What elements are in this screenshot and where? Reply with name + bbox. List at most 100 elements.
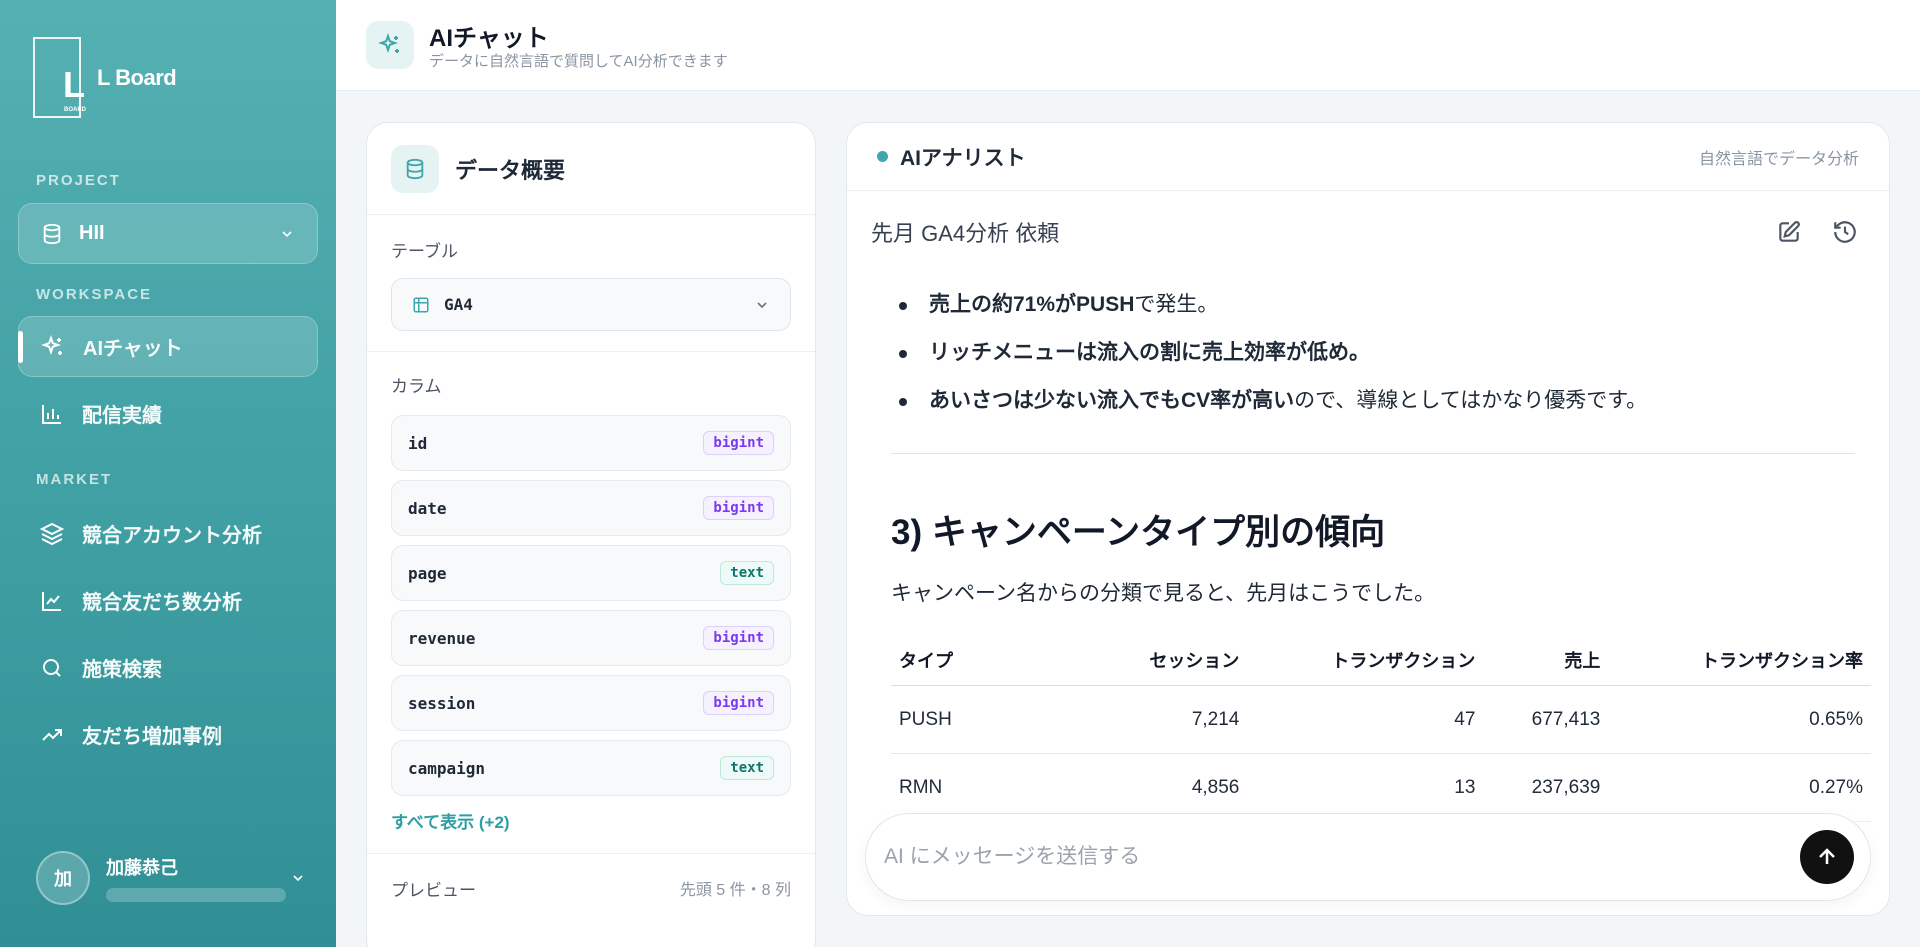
table-select[interactable]: GA4 — [391, 278, 791, 331]
data-overview-title: データ概要 — [455, 157, 566, 183]
list-item: あいさつは少ない流入でもCV率が高いので、導線としてはかなり優秀です。 — [895, 377, 1863, 425]
logo-text: L Board — [97, 65, 177, 90]
column-type-badge: bigint — [703, 691, 774, 715]
column-name: date — [408, 498, 447, 518]
project-select[interactable]: HII — [18, 203, 318, 264]
table-cell: 13 — [1247, 753, 1484, 822]
table-cell: RMN — [891, 753, 1091, 822]
database-icon — [391, 144, 439, 193]
sidebar-item-label: 競合友だち数分析 — [82, 592, 242, 614]
trending-up-icon — [40, 723, 64, 747]
bar-chart-icon — [40, 402, 64, 426]
user-info: 加藤恭己 — [106, 854, 290, 902]
column-type-badge: text — [720, 561, 774, 585]
sidebar-item-ai-chat[interactable]: AIチャット — [18, 316, 318, 377]
table-header: トランザクション — [1247, 635, 1484, 686]
page-header: AIチャット データに自然言語で質問してAI分析できます — [336, 0, 1920, 91]
search-icon — [40, 656, 64, 680]
table-cell: 7,214 — [1091, 685, 1248, 754]
column-name: campaign — [408, 758, 486, 778]
column-row: id bigint — [391, 415, 791, 471]
sidebar: L BOARD L Board PROJECT HII WORKSPACE AI… — [0, 0, 336, 947]
show-all-columns-link[interactable]: すべて表示 (+2) — [391, 808, 791, 833]
page-title: AIチャット — [429, 25, 549, 52]
table-row: RMN 4,856 13 237,639 0.27% — [891, 753, 1871, 822]
sparkles-icon — [41, 334, 65, 359]
table-header: トランザクション率 — [1608, 635, 1871, 686]
conversation-title: 先月 GA4分析 依頼 — [871, 221, 1060, 246]
table-cell: 0.27% — [1608, 753, 1871, 822]
table-cell: PUSH — [891, 685, 1091, 754]
column-type-badge: bigint — [703, 626, 774, 650]
chevron-down-icon — [290, 870, 306, 886]
sidebar-item-friend-growth-cases[interactable]: 友だち増加事例 — [18, 704, 318, 765]
chevron-down-icon — [754, 297, 770, 313]
summary-list: 売上の約71%がPUSHで発生。 リッチメニューは流入の割に売上効率が低め。 あ… — [895, 281, 1863, 425]
table-cell: 47 — [1247, 685, 1484, 754]
column-type-badge: bigint — [703, 496, 774, 520]
data-overview-panel: データ概要 テーブル GA4 カラム id bigint date bigint… — [366, 122, 816, 947]
page-subtitle: データに自然言語で質問してAI分析できます — [429, 53, 728, 70]
market-section-label: MARKET — [36, 471, 113, 488]
sidebar-item-delivery-results[interactable]: 配信実績 — [18, 383, 318, 444]
app-logo[interactable]: L BOARD L Board — [33, 37, 177, 118]
table-header: 売上 — [1483, 635, 1609, 686]
chat-title: AIアナリスト — [900, 146, 1026, 170]
sidebar-item-label: 友だち増加事例 — [82, 726, 222, 748]
sidebar-item-label: 競合アカウント分析 — [82, 525, 262, 547]
logo-sub: BOARD — [64, 107, 86, 113]
project-name: HII — [79, 222, 105, 244]
message-input[interactable] — [884, 845, 1800, 869]
message-composer — [865, 813, 1871, 901]
column-row: date bigint — [391, 480, 791, 536]
sparkles-icon — [366, 21, 414, 69]
sidebar-item-label: 施策検索 — [82, 659, 162, 681]
column-name: session — [408, 693, 476, 713]
column-row: revenue bigint — [391, 610, 791, 666]
sidebar-item-competitor-friends[interactable]: 競合友だち数分析 — [18, 570, 318, 631]
column-row: campaign text — [391, 740, 791, 796]
bullet-bold: リッチメニューは流入の割に売上効率が低め。 — [929, 341, 1370, 364]
list-item: 売上の約71%がPUSHで発生。 — [895, 281, 1863, 329]
bullet-bold: あいさつは少ない流入でもCV率が高い — [929, 389, 1295, 412]
column-type-badge: text — [720, 756, 774, 780]
divider — [891, 453, 1855, 454]
table-cell: 677,413 — [1483, 685, 1609, 754]
table-cell: 4,856 — [1091, 753, 1248, 822]
table-row: PUSH 7,214 47 677,413 0.65% — [891, 685, 1871, 754]
chat-panel: AIアナリスト 自然言語でデータ分析 先月 GA4分析 依頼 売上の約71%がP… — [846, 122, 1890, 916]
bullet-text: ので、導線としてはかなり優秀です。 — [1294, 389, 1648, 412]
conversation-bar: 先月 GA4分析 依頼 — [847, 191, 1889, 273]
table-cell: 0.65% — [1608, 685, 1871, 754]
user-email-redacted — [106, 888, 286, 902]
user-name: 加藤恭己 — [106, 858, 178, 878]
sidebar-item-measure-search[interactable]: 施策検索 — [18, 637, 318, 698]
history-icon[interactable] — [1825, 212, 1865, 252]
column-type-badge: bigint — [703, 431, 774, 455]
column-name: id — [408, 433, 428, 453]
send-button[interactable] — [1800, 830, 1854, 884]
layers-icon — [40, 522, 64, 546]
column-row: page text — [391, 545, 791, 601]
table-header: セッション — [1091, 635, 1248, 686]
data-overview-header: データ概要 — [367, 123, 815, 215]
edit-icon[interactable] — [1769, 212, 1809, 252]
table-icon — [412, 296, 430, 314]
table-name: GA4 — [444, 295, 473, 314]
user-menu[interactable]: 加 加藤恭己 — [36, 850, 306, 906]
list-item: リッチメニューは流入の割に売上効率が低め。 — [895, 329, 1863, 377]
logo-letter: L — [63, 64, 85, 105]
column-name: page — [408, 563, 447, 583]
table-label: テーブル — [391, 242, 458, 261]
chat-subtitle: 自然言語でデータ分析 — [1698, 150, 1859, 168]
preview-label: プレビュー — [391, 881, 476, 900]
chevron-down-icon — [279, 226, 295, 242]
arrow-up-icon — [1819, 848, 1835, 864]
sidebar-item-competitor-accounts[interactable]: 競合アカウント分析 — [18, 503, 318, 564]
chat-header: AIアナリスト 自然言語でデータ分析 — [847, 123, 1889, 191]
bullet-text: で発生。 — [1134, 293, 1219, 316]
avatar: 加 — [36, 851, 90, 905]
sidebar-item-label: 配信実績 — [82, 405, 162, 427]
table-cell: 237,639 — [1483, 753, 1609, 822]
sidebar-item-label: AIチャット — [83, 338, 183, 360]
